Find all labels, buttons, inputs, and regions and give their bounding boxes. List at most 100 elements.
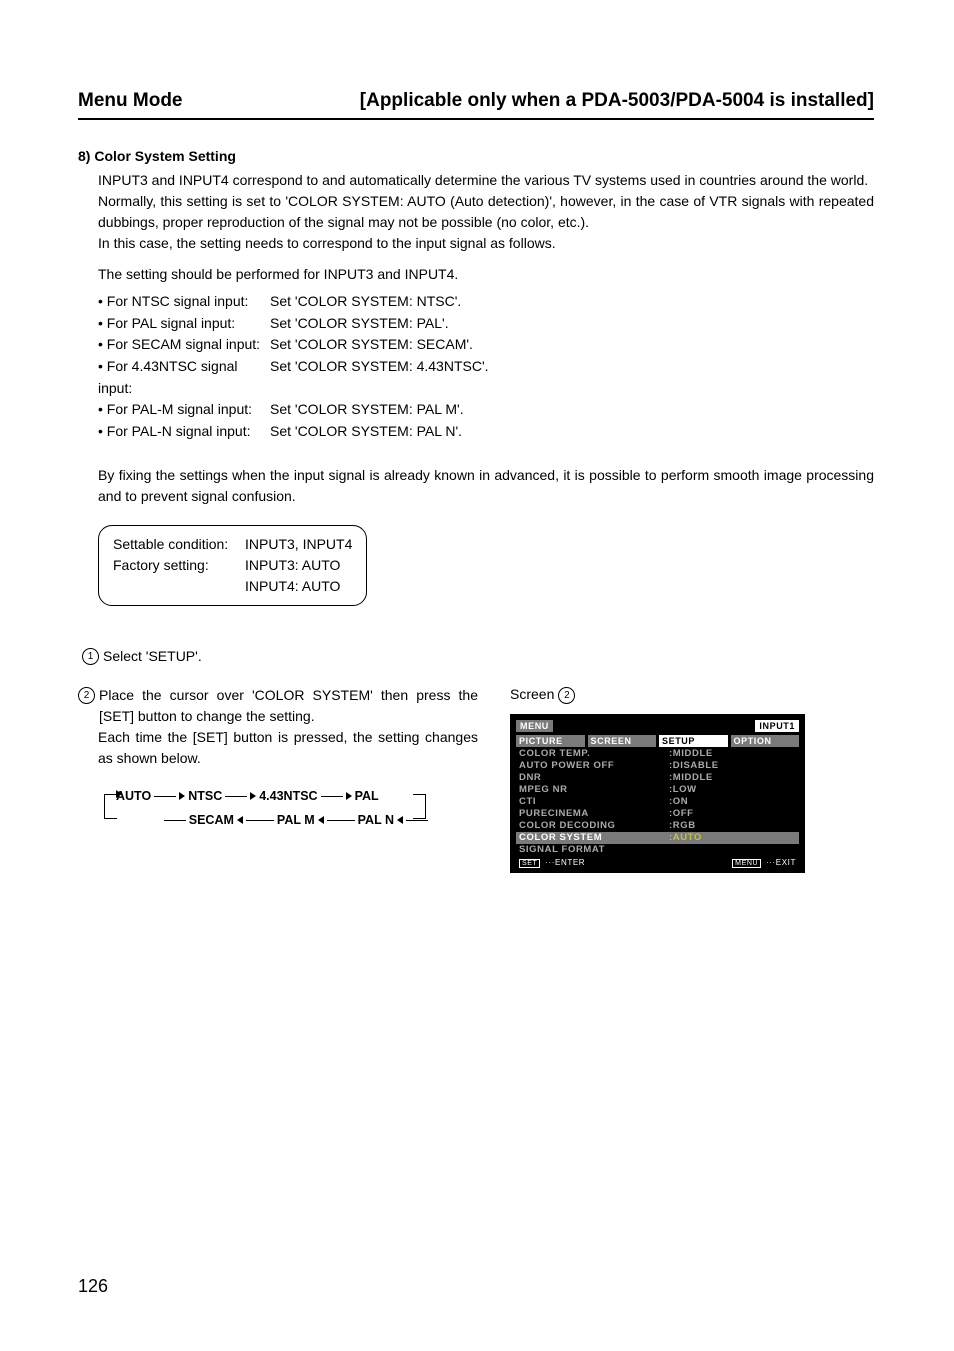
osd-item-value: :LOW [669,784,697,795]
osd-item[interactable]: MPEG NR :LOW [516,784,799,796]
bullet-value: Set 'COLOR SYSTEM: PAL'. [270,313,449,335]
osd-item-label: MPEG NR [519,784,669,795]
cycle-443ntsc: 4.43NTSC [259,787,317,806]
cycle-pal: PAL [355,787,379,806]
cycle-secam: SECAM [189,811,234,830]
osd-tabs: PICTURE SCREEN SETUP OPTION [516,735,799,747]
settings-value: INPUT4: AUTO [245,576,340,597]
cycle-diagram: AUTO NTSC 4.43NTSC PAL SECAM PAL M PAL N [98,787,428,841]
bullet-row: • For PAL-M signal input: Set 'COLOR SYS… [98,399,874,421]
step-1: 1 Select 'SETUP'. [82,646,874,667]
cycle-ntsc: NTSC [188,787,222,806]
page-number: 126 [78,1276,108,1297]
bullet-label: • For 4.43NTSC signal input: [98,356,270,399]
osd-set-button[interactable]: SET [519,859,540,868]
arrow-line [225,796,247,797]
header-right: [Applicable only when a PDA-5003/PDA-500… [360,90,874,112]
step-1-text: Select 'SETUP'. [103,646,202,667]
settings-label: Factory setting: [113,555,245,576]
arrow-right-icon [250,792,256,800]
bullet-label: • For PAL-M signal input: [98,399,270,421]
arrow-line [154,796,176,797]
osd-item-label: COLOR SYSTEM [519,832,669,843]
osd-item-value: :DISABLE [669,760,719,771]
osd-item-value: :ON [669,796,688,807]
osd-item[interactable]: DNR :MIDDLE [516,772,799,784]
osd-footer: SET ···ENTER MENU ···EXIT [516,856,799,867]
osd-item[interactable]: COLOR DECODING :RGB [516,820,799,832]
paragraph-4: The setting should be performed for INPU… [98,264,874,285]
osd-item-label: COLOR DECODING [519,820,669,831]
screen-label: Screen 2 [510,685,874,704]
bullet-label: • For NTSC signal input: [98,291,270,313]
bullet-row: • For PAL-N signal input: Set 'COLOR SYS… [98,421,874,443]
arrow-line [246,820,274,821]
step-number-icon: 2 [78,687,95,704]
arrow-left-icon [318,816,324,824]
bullet-value: Set 'COLOR SYSTEM: NTSC'. [270,291,461,313]
bullet-label: • For SECAM signal input: [98,334,270,356]
bullet-label: • For PAL signal input: [98,313,270,335]
settings-label: Settable condition: [113,534,245,555]
osd-item[interactable]: SIGNAL FORMAT [516,844,799,856]
bullet-value: Set 'COLOR SYSTEM: PAL M'. [270,399,464,421]
osd-menu: MENU INPUT1 PICTURE SCREEN SETUP OPTION … [510,714,805,873]
osd-tab-picture[interactable]: PICTURE [516,735,585,747]
settings-value: INPUT3: AUTO [245,555,340,576]
header-left: Menu Mode [78,90,183,112]
header-row: Menu Mode [Applicable only when a PDA-50… [78,90,874,120]
settings-row: Factory setting: INPUT3: AUTO [113,555,352,576]
step-number-icon: 2 [558,687,575,704]
screen-label-text: Screen [510,686,554,702]
bullet-value: Set 'COLOR SYSTEM: PAL N'. [270,421,462,443]
osd-item-value: :MIDDLE [669,772,713,783]
osd-item-label: CTI [519,796,669,807]
osd-tab-screen[interactable]: SCREEN [588,735,657,747]
cycle-connector-right [425,794,426,819]
settings-box: Settable condition: INPUT3, INPUT4 Facto… [98,525,367,606]
osd-item-highlighted[interactable]: COLOR SYSTEM :AUTO [516,832,799,844]
osd-item-value: :RGB [669,820,696,831]
bullet-value: Set 'COLOR SYSTEM: 4.43NTSC'. [270,356,489,399]
osd-item[interactable]: PURECINEMA :OFF [516,808,799,820]
bullet-row: • For NTSC signal input: Set 'COLOR SYST… [98,291,874,313]
osd-item[interactable]: AUTO POWER OFF :DISABLE [516,760,799,772]
arrow-left-icon [237,816,243,824]
osd-item-label: COLOR TEMP. [519,748,669,759]
osd-item[interactable]: COLOR TEMP. :MIDDLE [516,748,799,760]
osd-item-label: SIGNAL FORMAT [519,844,669,855]
osd-menu-button[interactable]: MENU [732,859,761,868]
cycle-palm: PAL M [277,811,315,830]
osd-input-badge: INPUT1 [755,720,799,732]
arrow-line [164,820,186,821]
paragraph-3: In this case, the setting needs to corre… [98,233,874,254]
paragraph-1: INPUT3 and INPUT4 correspond to and auto… [98,170,874,191]
paragraph-5: By fixing the settings when the input si… [98,465,874,507]
osd-foot-left-text: ···ENTER [545,858,585,867]
osd-item-value: :MIDDLE [669,748,713,759]
settings-row: Settable condition: INPUT3, INPUT4 [113,534,352,555]
arrow-right-icon [346,792,352,800]
bullet-list: • For NTSC signal input: Set 'COLOR SYST… [98,291,874,443]
bullet-row: • For SECAM signal input: Set 'COLOR SYS… [98,334,874,356]
cycle-auto: AUTO [116,787,151,806]
cycle-paln: PAL N [358,811,394,830]
settings-row: INPUT4: AUTO [113,576,352,597]
arrow-right-icon [179,792,185,800]
settings-label [113,576,245,597]
bullet-label: • For PAL-N signal input: [98,421,270,443]
bullet-value: Set 'COLOR SYSTEM: SECAM'. [270,334,473,356]
arrow-line [321,796,343,797]
settings-value: INPUT3, INPUT4 [245,534,352,555]
osd-item-label: PURECINEMA [519,808,669,819]
step-2b-text: Each time the [SET] button is pressed, t… [98,727,478,769]
arrow-line [327,820,355,821]
osd-foot-right-text: ···EXIT [766,858,796,867]
osd-title: MENU [516,720,553,732]
osd-tab-setup[interactable]: SETUP [659,735,728,747]
osd-item-value: :OFF [669,808,694,819]
osd-item-value: :AUTO [669,832,702,843]
osd-tab-option[interactable]: OPTION [731,735,800,747]
osd-item[interactable]: CTI :ON [516,796,799,808]
arrow-line [406,820,428,821]
